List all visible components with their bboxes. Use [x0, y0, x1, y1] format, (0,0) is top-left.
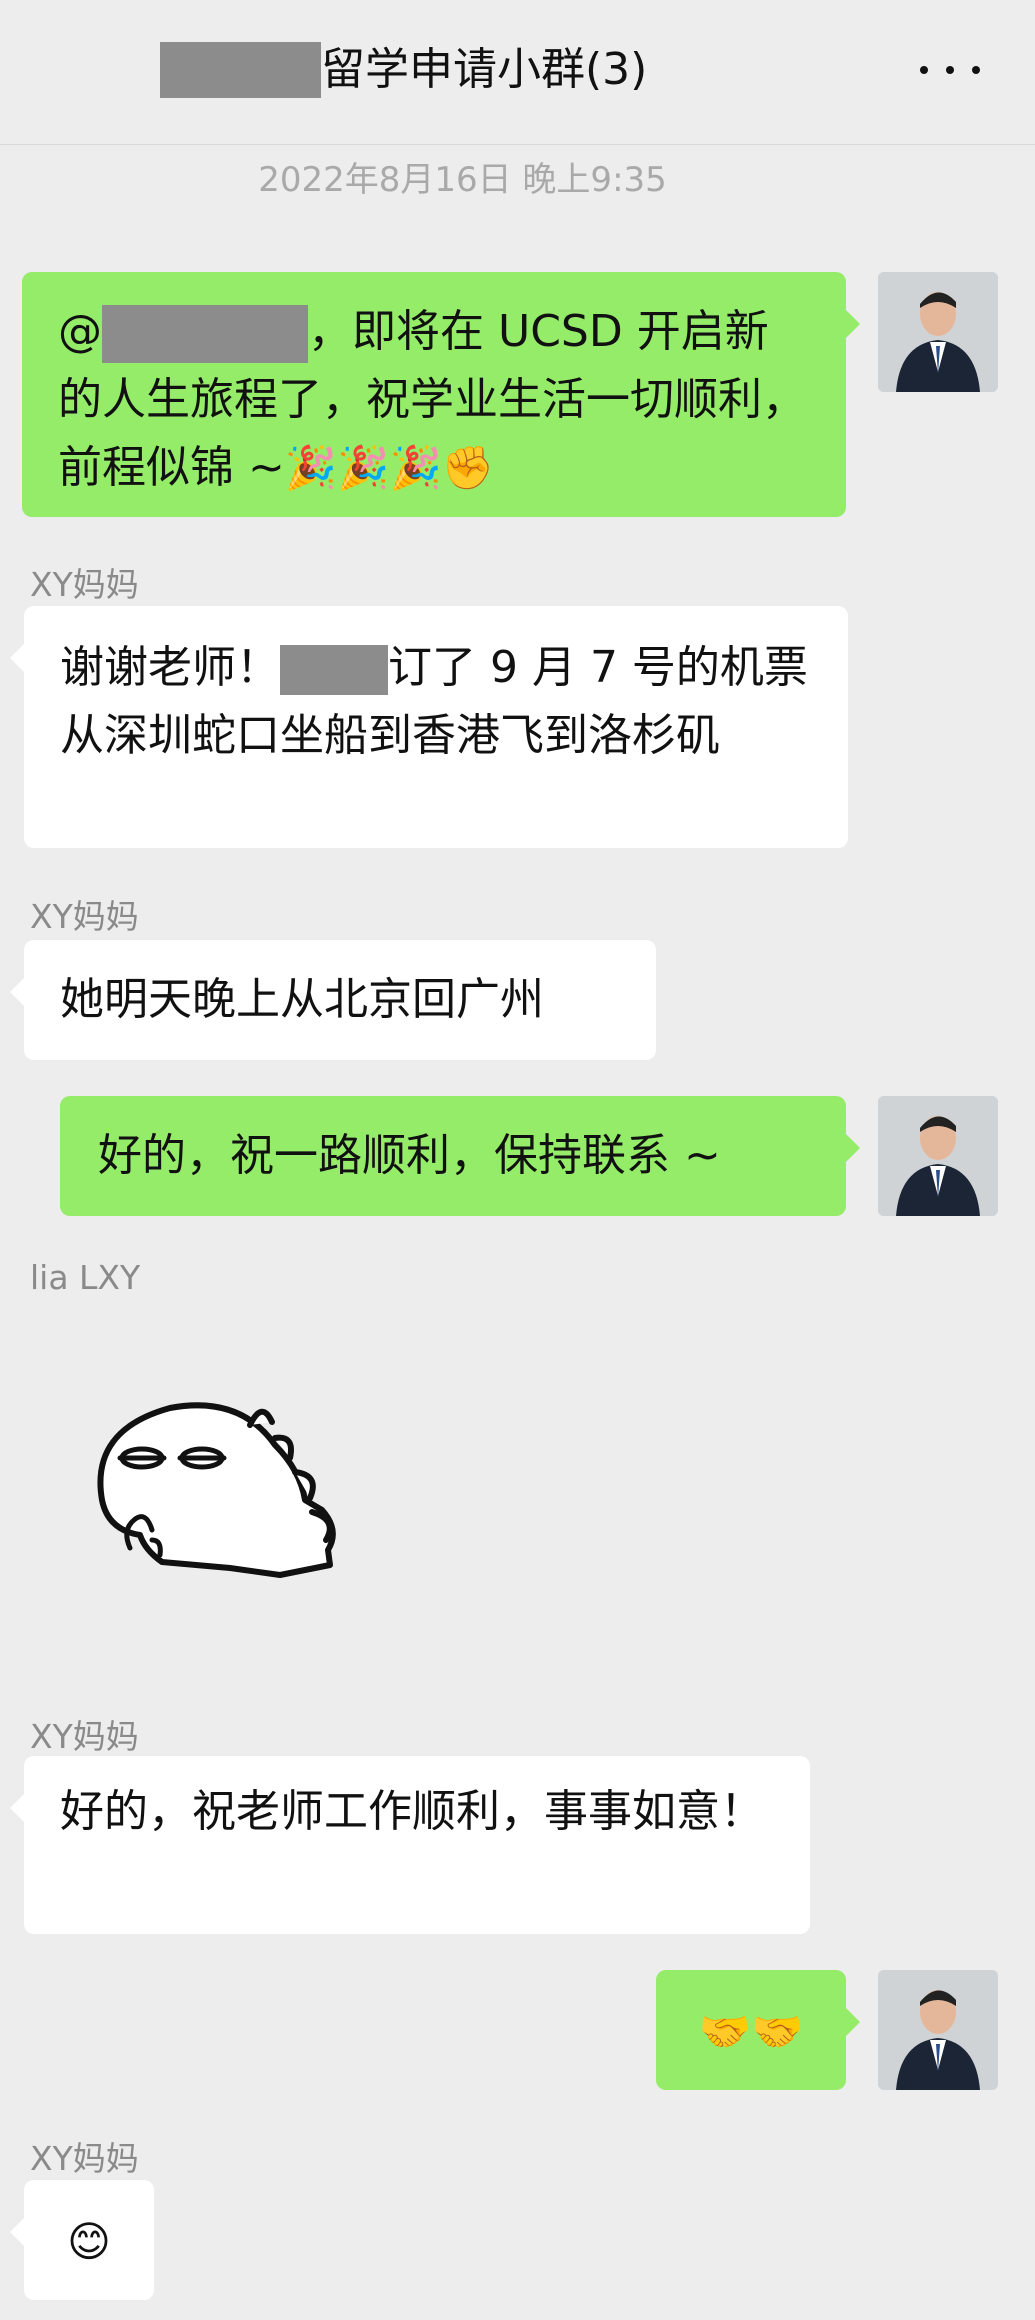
chat-header: 留学申请小群(3)	[0, 0, 1035, 145]
self-avatar[interactable]	[878, 1970, 998, 2090]
sender-name: XY妈妈	[30, 2139, 139, 2178]
avatar-portrait-icon	[878, 1970, 998, 2090]
self-avatar[interactable]	[878, 272, 998, 392]
mention-prefix: @	[58, 306, 102, 357]
avatar-portrait-icon	[878, 1096, 998, 1216]
sender-name: XY妈妈	[30, 565, 139, 604]
avatar-portrait-icon	[878, 272, 998, 392]
message-text: 她明天晚上从北京回广州	[60, 974, 544, 1025]
smile-emoji: 😊	[67, 2217, 111, 2266]
message-text: 好的，祝老师工作顺利，事事如意！	[60, 1786, 764, 1837]
sender-name: XY妈妈	[30, 897, 139, 936]
chat-title: 留学申请小群(3)	[321, 44, 648, 95]
party-emoji: 🎉🎉🎉✊	[284, 443, 495, 492]
message-bubble-other[interactable]: 好的，祝老师工作顺利，事事如意！	[10, 1756, 810, 1934]
message-text: 好的，祝一路顺利，保持联系 ~	[98, 1130, 721, 1181]
message-bubble-other[interactable]: 她明天晚上从北京回广州	[10, 940, 656, 1060]
handshake-emoji: 🤝🤝	[698, 2007, 804, 2056]
message-bubble-self[interactable]: 🤝🤝	[656, 1970, 860, 2090]
message-bubble-self[interactable]: 好的，祝一路顺利，保持联系 ~	[60, 1096, 860, 1216]
redacted-name-mask	[102, 305, 308, 363]
message-timestamp: 2022年8月16日 晚上9:35	[258, 160, 667, 200]
redacted-title-mask	[160, 42, 321, 98]
redacted-name-mask	[280, 645, 388, 695]
message-bubble-self[interactable]: @ ，即将在 UCSD 开启新的人生旅程了，祝学业生活一切顺利，前程似锦 ~🎉🎉🎉…	[22, 272, 860, 517]
message-text-part: 谢谢老师！	[60, 642, 280, 693]
sender-name: lia LXY	[30, 1258, 141, 1297]
message-bubble-other[interactable]: 谢谢老师！ 订了 9 月 7 号的机票从深圳蛇口坐船到香港飞到洛杉矶	[10, 606, 848, 848]
more-dots-icon[interactable]	[920, 40, 980, 100]
message-bubble-other[interactable]: 😊	[10, 2180, 154, 2300]
self-avatar[interactable]	[878, 1096, 998, 1216]
sender-name: XY妈妈	[30, 1717, 139, 1756]
dinosaur-sticker[interactable]	[90, 1390, 360, 1620]
